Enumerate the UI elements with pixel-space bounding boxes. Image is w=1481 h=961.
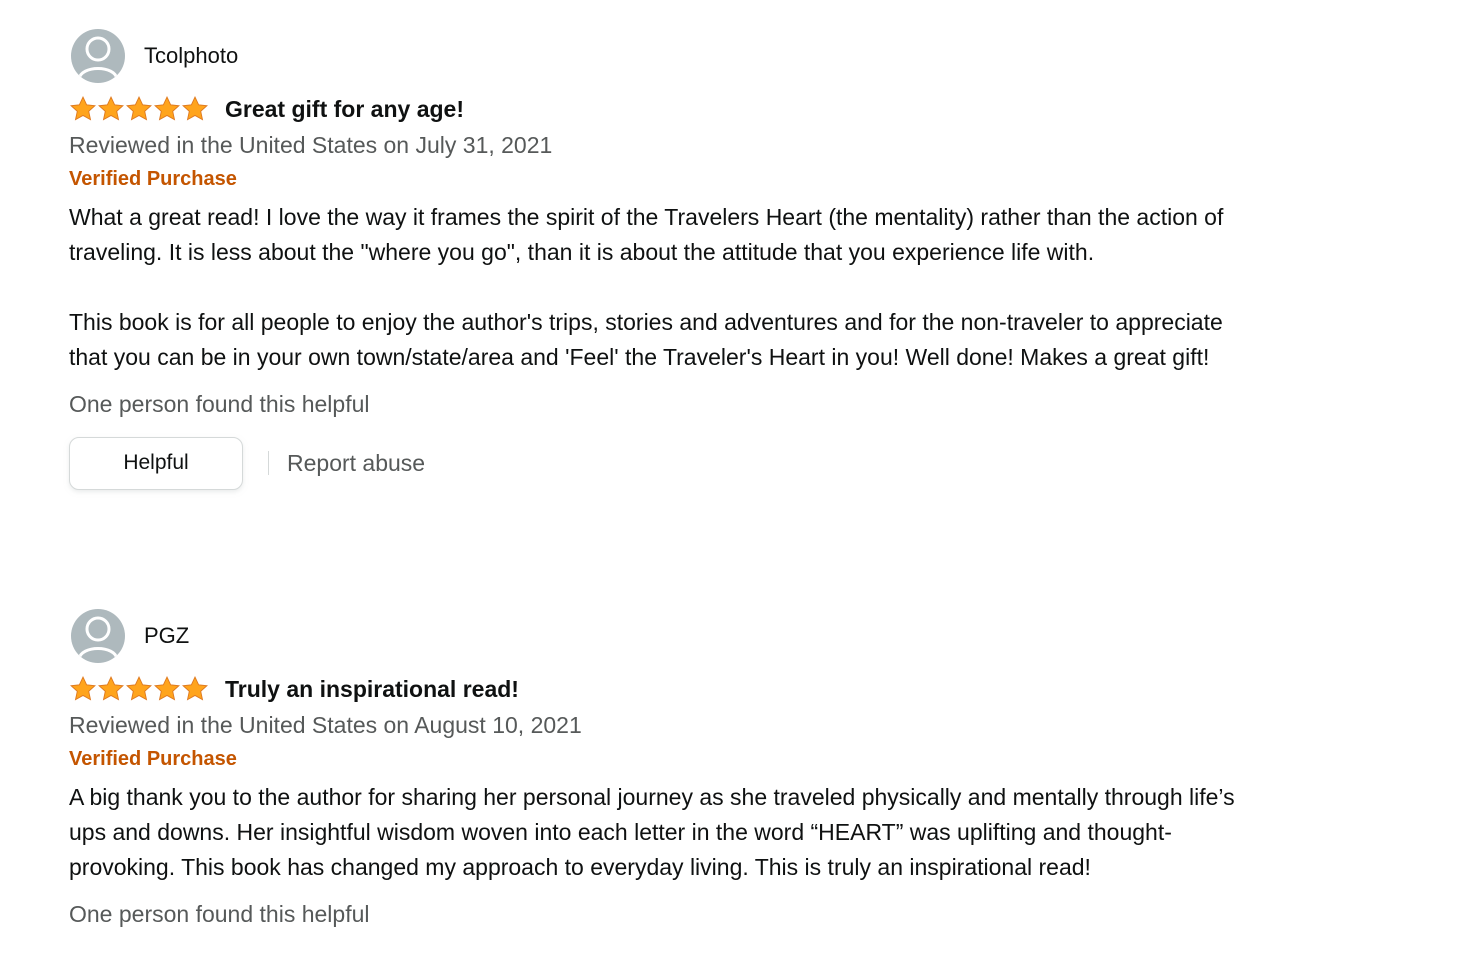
star-icon xyxy=(126,676,152,701)
helpful-count: One person found this helpful xyxy=(69,391,370,417)
star-icon xyxy=(98,96,124,121)
star-rating[interactable] xyxy=(69,95,209,123)
report-abuse-link[interactable]: Report abuse xyxy=(287,450,425,477)
review-date: Reviewed in the United States on July 31… xyxy=(69,132,553,158)
star-icon xyxy=(154,676,180,701)
star-icon xyxy=(70,96,96,121)
review-paragraph: What a great read! I love the way it fra… xyxy=(69,204,1224,265)
helpful-button[interactable]: Helpful xyxy=(69,436,243,490)
reviewer-profile[interactable]: Tcolphoto xyxy=(71,28,1259,84)
star-icon xyxy=(98,676,124,701)
divider xyxy=(268,451,269,475)
review-title[interactable]: Truly an inspirational read! xyxy=(225,676,519,703)
star-icon xyxy=(154,96,180,121)
star-icon xyxy=(182,676,208,701)
star-icon xyxy=(70,676,96,701)
review-paragraph: This book is for all people to enjoy the… xyxy=(69,309,1223,370)
review-body: What a great read! I love the way it fra… xyxy=(69,200,1259,375)
review-body: A big thank you to the author for sharin… xyxy=(69,780,1259,885)
star-icon xyxy=(126,96,152,121)
avatar-icon[interactable] xyxy=(71,609,125,663)
review-actions: Helpful Report abuse xyxy=(69,436,1259,490)
verified-purchase-badge[interactable]: Verified Purchase xyxy=(69,746,1259,772)
review-date: Reviewed in the United States on August … xyxy=(69,712,582,738)
star-rating[interactable] xyxy=(69,675,209,703)
avatar-icon[interactable] xyxy=(71,29,125,83)
review-item: PGZ Truly an inspirational read! Reviewe… xyxy=(69,608,1259,929)
reviewer-profile[interactable]: PGZ xyxy=(71,608,1259,664)
review-paragraph: A big thank you to the author for sharin… xyxy=(69,784,1235,880)
reviewer-name[interactable]: PGZ xyxy=(144,623,189,649)
star-icon xyxy=(182,96,208,121)
review-title[interactable]: Great gift for any age! xyxy=(225,96,464,123)
review-item: Tcolphoto Great gift for any age! Review… xyxy=(69,28,1259,490)
verified-purchase-badge[interactable]: Verified Purchase xyxy=(69,166,1259,192)
helpful-count: One person found this helpful xyxy=(69,901,370,927)
reviewer-name[interactable]: Tcolphoto xyxy=(144,43,238,69)
